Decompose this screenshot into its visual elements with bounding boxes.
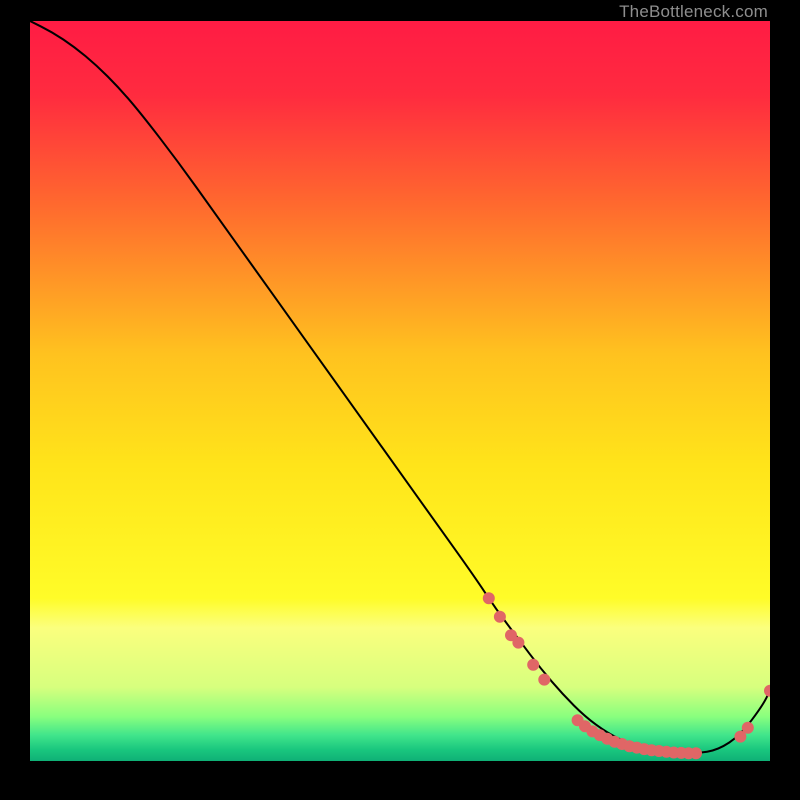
scatter-point bbox=[512, 637, 524, 649]
scatter-point bbox=[690, 747, 702, 759]
chart-plot bbox=[30, 21, 770, 761]
scatter-point bbox=[527, 659, 539, 671]
scatter-point bbox=[483, 592, 495, 604]
scatter-point bbox=[538, 674, 550, 686]
watermark-text: TheBottleneck.com bbox=[619, 2, 768, 22]
chart-frame bbox=[30, 21, 770, 761]
chart-background bbox=[30, 21, 770, 761]
scatter-point bbox=[494, 611, 506, 623]
scatter-point bbox=[742, 722, 754, 734]
